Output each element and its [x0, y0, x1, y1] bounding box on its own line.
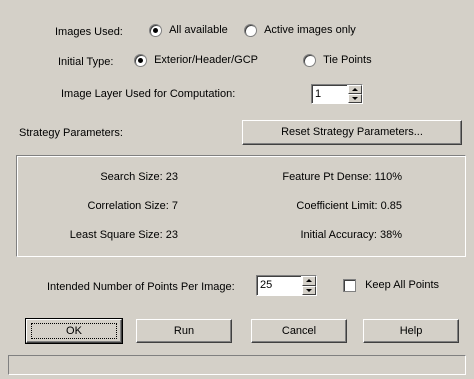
points-per-image-spinbox[interactable]: 25	[256, 275, 317, 296]
images-used-label: Images Used:	[55, 26, 123, 38]
search-size-text: Search Size: 23	[100, 171, 178, 183]
radio-exterior-header-gcp[interactable]: Exterior/Header/GCP	[134, 54, 258, 67]
radio-active-images-only-indicator[interactable]	[244, 24, 257, 37]
image-layer-spinner[interactable]	[347, 85, 362, 103]
spin-down-icon	[352, 97, 358, 100]
cancel-button[interactable]: Cancel	[251, 319, 347, 343]
image-layer-spinbox[interactable]: 1	[311, 84, 363, 104]
points-per-image-label: Intended Number of Points Per Image:	[47, 281, 235, 293]
radio-active-images-only[interactable]: Active images only	[244, 24, 356, 37]
keep-all-points-box[interactable]	[343, 279, 356, 292]
radio-exterior-header-gcp-indicator[interactable]	[134, 54, 147, 67]
least-square-size-text: Least Square Size: 23	[69, 229, 178, 241]
spin-up-icon	[306, 279, 312, 282]
keep-all-points-label: Keep All Points	[365, 279, 440, 292]
ok-button[interactable]: OK	[25, 318, 123, 344]
status-bar	[8, 355, 466, 375]
ok-focus-rect	[31, 323, 117, 339]
image-layer-value[interactable]: 1	[315, 88, 321, 100]
radio-all-available-indicator[interactable]	[149, 24, 162, 37]
image-layer-label: Image Layer Used for Computation:	[61, 88, 236, 100]
spin-up-icon	[352, 88, 358, 91]
correlation-size-text: Correlation Size: 7	[87, 200, 179, 212]
radio-exterior-header-gcp-label: Exterior/Header/GCP	[154, 54, 258, 67]
points-per-image-spinner[interactable]	[301, 276, 316, 295]
radio-all-available[interactable]: All available	[149, 24, 228, 37]
points-spin-up[interactable]	[302, 276, 316, 286]
image-layer-spin-up[interactable]	[348, 85, 362, 94]
run-button[interactable]: Run	[136, 319, 232, 343]
radio-tie-points-indicator[interactable]	[303, 54, 316, 67]
image-layer-spin-down[interactable]	[348, 94, 362, 103]
points-per-image-value[interactable]: 25	[260, 279, 272, 291]
initial-accuracy-text: Initial Accuracy: 38%	[300, 229, 403, 241]
coefficient-limit-text: Coefficient Limit: 0.85	[296, 200, 402, 212]
feature-pt-dense-text: Feature Pt Dense: 110%	[282, 171, 402, 183]
strategy-parameters-label: Strategy Parameters:	[19, 127, 123, 139]
keep-all-points-checkbox[interactable]: Keep All Points	[343, 279, 439, 292]
radio-active-images-only-label: Active images only	[264, 24, 356, 37]
radio-tie-points[interactable]: Tie Points	[303, 54, 372, 67]
radio-all-available-label: All available	[169, 24, 228, 37]
tie-point-generation-dialog: Images Used: All available Active images…	[0, 0, 474, 379]
points-spin-down[interactable]	[302, 285, 316, 295]
help-button[interactable]: Help	[363, 319, 459, 343]
spin-down-icon	[306, 288, 312, 292]
initial-type-label: Initial Type:	[58, 56, 114, 68]
radio-tie-points-label: Tie Points	[323, 54, 372, 67]
reset-strategy-parameters-button[interactable]: Reset Strategy Parameters...	[242, 120, 462, 145]
